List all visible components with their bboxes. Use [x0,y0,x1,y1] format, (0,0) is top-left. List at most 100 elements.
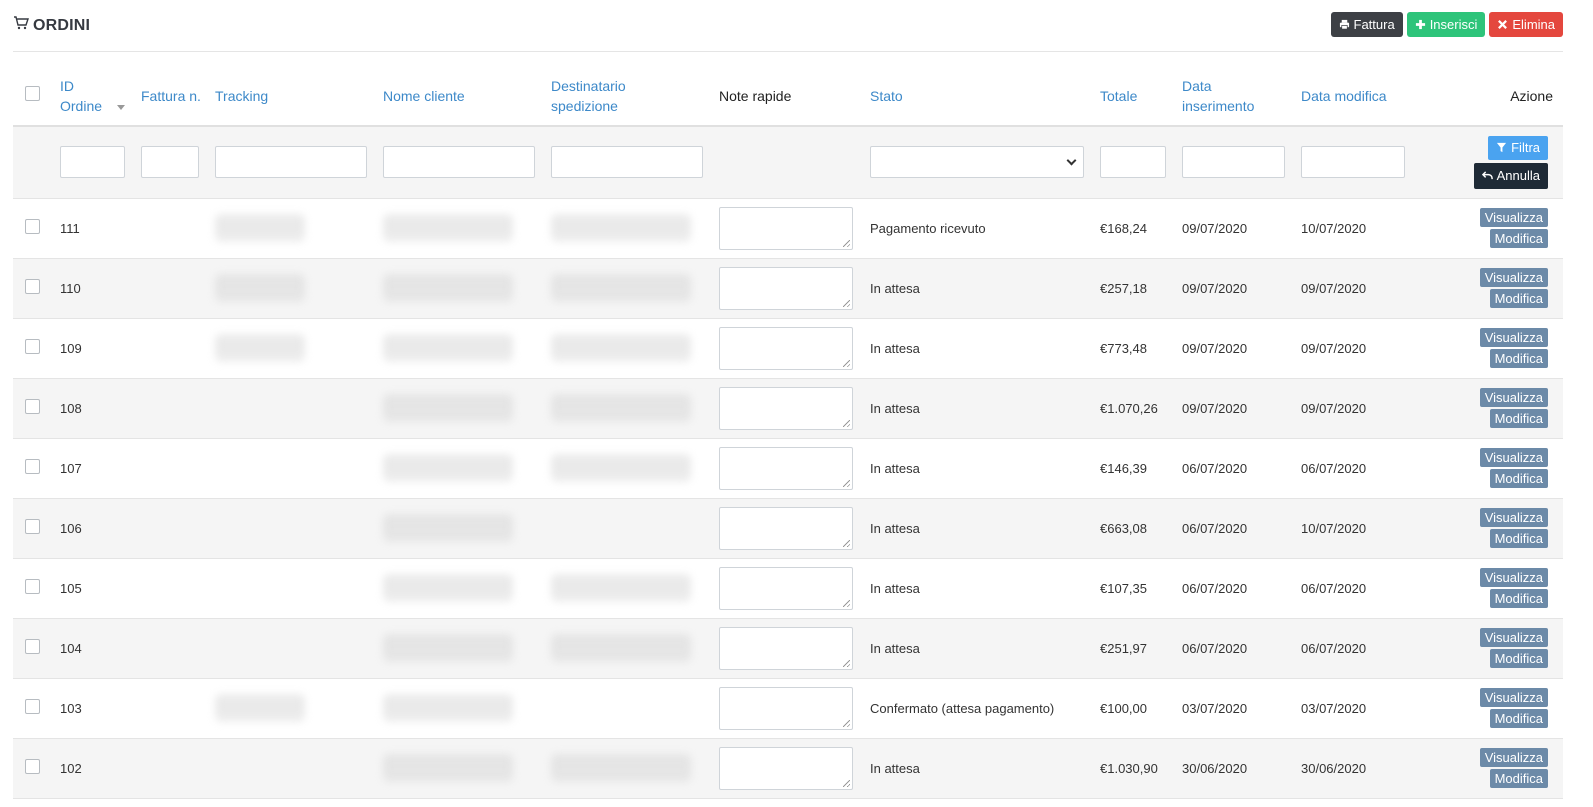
column-header-data-inserimento[interactable]: Data inserimento [1174,67,1293,127]
fattura-button[interactable]: Fattura [1330,12,1403,37]
resize-handle-icon[interactable] [843,659,850,667]
plus-icon [1415,19,1425,30]
row-checkbox[interactable] [25,339,40,354]
resize-handle-icon[interactable] [843,599,850,607]
orders-body: 111 Pagamento ricevuto €168,24 09/07/2020 10… [13,198,1563,799]
cliente-cell [375,558,543,619]
column-header-stato[interactable]: Stato [862,67,1092,127]
annulla-button[interactable]: Annulla [1473,162,1548,189]
sort-desc-icon [117,104,125,110]
visualizza-button[interactable]: Visualizza [1479,328,1548,347]
note-rapide-textarea[interactable] [719,326,853,370]
row-checkbox[interactable] [25,519,40,534]
visualizza-button[interactable]: Visualizza [1479,688,1548,707]
resize-handle-icon[interactable] [843,359,850,367]
note-rapide-textarea[interactable] [719,626,853,670]
note-rapide-textarea[interactable] [719,266,853,310]
stato-cell: In attesa [862,498,1092,559]
redacted-content [383,574,513,602]
column-header-fattura[interactable]: Fattura n. [133,67,207,127]
modifica-button[interactable]: Modifica [1489,769,1548,788]
note-rapide-textarea[interactable] [719,206,853,250]
modifica-button[interactable]: Modifica [1489,529,1548,548]
resize-handle-icon[interactable] [843,419,850,427]
filter-tracking-input[interactable] [215,146,367,179]
resize-handle-icon[interactable] [843,479,850,487]
tracking-cell [207,498,375,559]
row-checkbox[interactable] [25,279,40,294]
row-checkbox[interactable] [25,579,40,594]
filter-data-inserimento-input[interactable] [1182,146,1285,179]
note-rapide-textarea[interactable] [719,506,853,550]
modifica-button[interactable]: Modifica [1489,229,1548,248]
row-checkbox[interactable] [25,399,40,414]
select-all-checkbox[interactable] [25,86,40,101]
filter-data-modifica-input[interactable] [1301,146,1405,179]
row-checkbox[interactable] [25,699,40,714]
data-modifica-cell: 09/07/2020 [1293,258,1413,319]
order-id-cell: 107 [52,438,133,499]
note-rapide-textarea[interactable] [719,566,853,610]
inserisci-button[interactable]: Inserisci [1406,12,1486,37]
modifica-button[interactable]: Modifica [1489,649,1548,668]
resize-handle-icon[interactable] [843,239,850,247]
column-header-totale[interactable]: Totale [1092,67,1174,127]
data-inserimento-cell: 06/07/2020 [1174,558,1293,619]
order-id-cell: 103 [52,678,133,739]
filter-totale-input[interactable] [1100,146,1166,179]
visualizza-button[interactable]: Visualizza [1479,388,1548,407]
filter-stato-select[interactable] [870,146,1084,179]
row-checkbox[interactable] [25,759,40,774]
elimina-button[interactable]: Elimina [1489,12,1563,37]
resize-handle-icon[interactable] [843,539,850,547]
filter-destinatario-input[interactable] [551,146,703,179]
order-id-cell: 109 [52,318,133,379]
filter-fattura-input[interactable] [141,146,199,179]
fattura-cell [133,618,207,679]
visualizza-button[interactable]: Visualizza [1479,268,1548,287]
note-rapide-textarea[interactable] [719,746,853,790]
column-header-destinatario[interactable]: Destinatario spedizione [543,67,711,127]
note-rapide-textarea[interactable] [719,446,853,490]
redacted-content [383,274,513,302]
note-rapide-textarea[interactable] [719,386,853,430]
filtra-button[interactable]: Filtra [1488,135,1548,160]
modifica-button[interactable]: Modifica [1489,409,1548,428]
totale-cell: €773,48 [1092,318,1174,379]
row-checkbox[interactable] [25,459,40,474]
column-header-tracking[interactable]: Tracking [207,67,375,127]
destinatario-cell [543,738,711,799]
note-rapide-textarea[interactable] [719,686,853,730]
fattura-cell [133,558,207,619]
column-header-id[interactable]: ID Ordine [52,67,133,127]
header-select-all[interactable] [13,67,52,127]
column-header-data-modifica[interactable]: Data modifica [1293,67,1413,127]
redacted-content [383,754,513,782]
close-icon [1498,20,1508,29]
visualizza-button[interactable]: Visualizza [1479,748,1548,767]
modifica-button[interactable]: Modifica [1489,289,1548,308]
column-header-cliente[interactable]: Nome cliente [375,67,543,127]
visualizza-button[interactable]: Visualizza [1479,208,1548,227]
resize-handle-icon[interactable] [843,299,850,307]
modifica-button[interactable]: Modifica [1489,589,1548,608]
visualizza-button[interactable]: Visualizza [1479,568,1548,587]
inserisci-button-label: Inserisci [1429,17,1478,32]
fattura-cell [133,738,207,799]
visualizza-button[interactable]: Visualizza [1479,448,1548,467]
visualizza-button[interactable]: Visualizza [1479,508,1548,527]
modifica-button[interactable]: Modifica [1489,469,1548,488]
resize-handle-icon[interactable] [843,779,850,787]
redacted-content [383,634,513,662]
modifica-button[interactable]: Modifica [1489,709,1548,728]
row-checkbox[interactable] [25,219,40,234]
redacted-content [215,274,305,302]
filter-id-input[interactable] [60,146,125,179]
resize-handle-icon[interactable] [843,719,850,727]
visualizza-button[interactable]: Visualizza [1479,628,1548,647]
data-inserimento-cell: 09/07/2020 [1174,258,1293,319]
row-checkbox[interactable] [25,639,40,654]
modifica-button[interactable]: Modifica [1489,349,1548,368]
cliente-cell [375,198,543,259]
filter-cliente-input[interactable] [383,146,535,179]
